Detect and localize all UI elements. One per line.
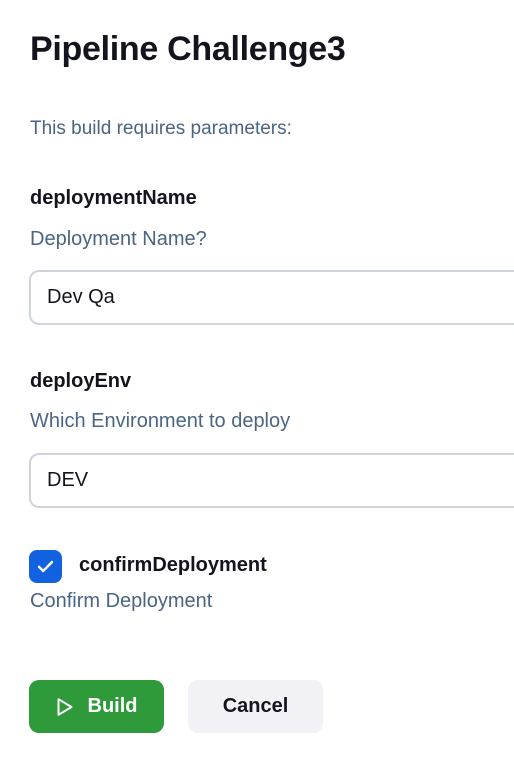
confirm-deployment-description: Confirm Deployment: [30, 590, 213, 612]
build-parameters-page: Pipeline Challenge3 This build requires …: [0, 0, 514, 758]
check-icon: [37, 560, 54, 573]
page-title: Pipeline Challenge3: [30, 30, 346, 68]
deploy-env-input[interactable]: [29, 453, 514, 508]
param-deployment-name-label: deploymentName: [30, 187, 197, 209]
cancel-button-label: Cancel: [222, 695, 289, 717]
confirm-deployment-checkbox[interactable]: [29, 550, 62, 583]
build-button-label: Build: [87, 695, 138, 717]
param-deploy-env-description: Which Environment to deploy: [30, 410, 291, 432]
cancel-button[interactable]: Cancel: [188, 680, 323, 733]
build-button[interactable]: Build: [29, 680, 164, 733]
param-deployment-name-description: Deployment Name?: [30, 228, 207, 250]
confirm-deployment-label[interactable]: confirmDeployment: [79, 554, 267, 577]
page-subtitle: This build requires parameters:: [30, 118, 292, 139]
play-icon: [56, 697, 74, 717]
deployment-name-input[interactable]: [29, 270, 514, 325]
param-deploy-env-label: deployEnv: [30, 370, 132, 392]
